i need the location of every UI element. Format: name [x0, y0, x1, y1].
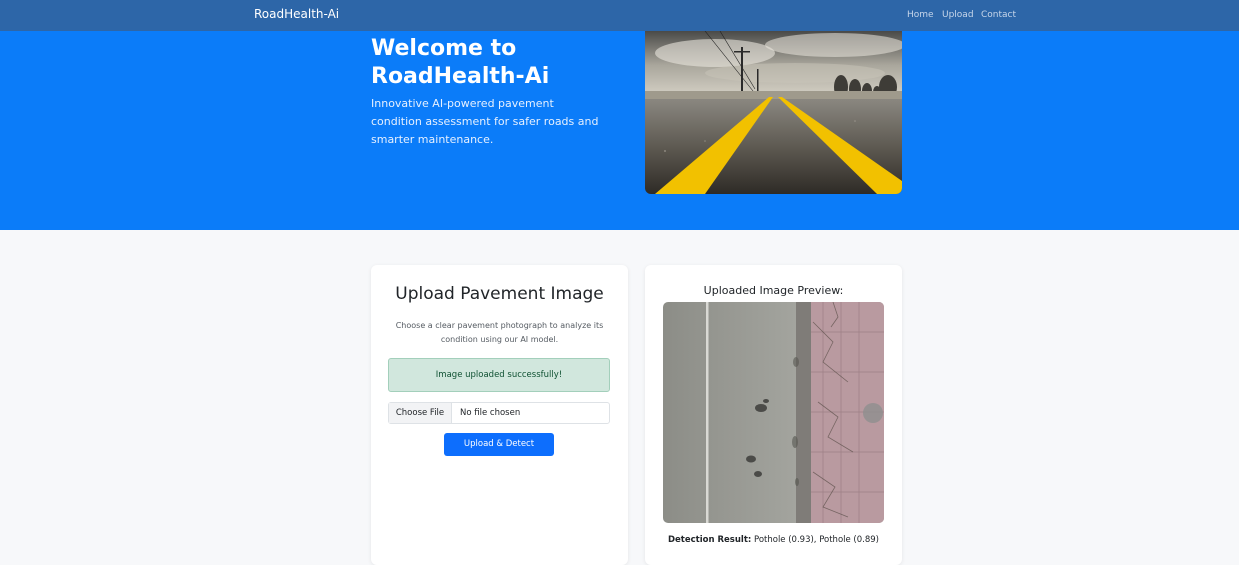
- upload-detect-button[interactable]: Upload & Detect: [444, 433, 554, 456]
- navbar: RoadHealth-Ai Home Upload Contact: [0, 0, 1239, 31]
- preview-title: Uploaded Image Preview:: [703, 284, 844, 297]
- nav-link-upload[interactable]: Upload: [942, 10, 974, 20]
- hero-section: Welcome to RoadHealth-Ai Innovative AI-p…: [0, 31, 1239, 230]
- detection-result: Detection Result: Pothole (0.93), Pothol…: [645, 535, 902, 545]
- file-input[interactable]: Choose File No file chosen: [388, 402, 610, 424]
- detection-result-label: Detection Result:: [667, 535, 752, 545]
- success-alert: Image uploaded successfully!: [388, 358, 610, 392]
- upload-description: Choose a clear pavement photograph to an…: [395, 321, 604, 344]
- nav-link-home[interactable]: Home: [907, 10, 934, 20]
- hero-subtitle: Innovative AI-powered pavement condition…: [371, 97, 599, 146]
- upload-title: Upload Pavement Image: [395, 284, 604, 304]
- preview-card: Uploaded Image Preview: Detection Result…: [645, 265, 902, 565]
- nav-link-contact[interactable]: Contact: [981, 10, 1016, 20]
- uploaded-pavement-image: [663, 302, 884, 523]
- upload-card: Upload Pavement Image Choose a clear pav…: [371, 265, 628, 565]
- detection-result-value: Pothole (0.93), Pothole (0.89): [754, 535, 879, 545]
- hero-road-image: [645, 31, 902, 194]
- hero-title: Welcome to RoadHealth-Ai: [371, 36, 550, 89]
- brand-logo[interactable]: RoadHealth-Ai: [254, 7, 339, 21]
- choose-file-button[interactable]: Choose File: [389, 403, 452, 423]
- file-status-text: No file chosen: [460, 408, 521, 418]
